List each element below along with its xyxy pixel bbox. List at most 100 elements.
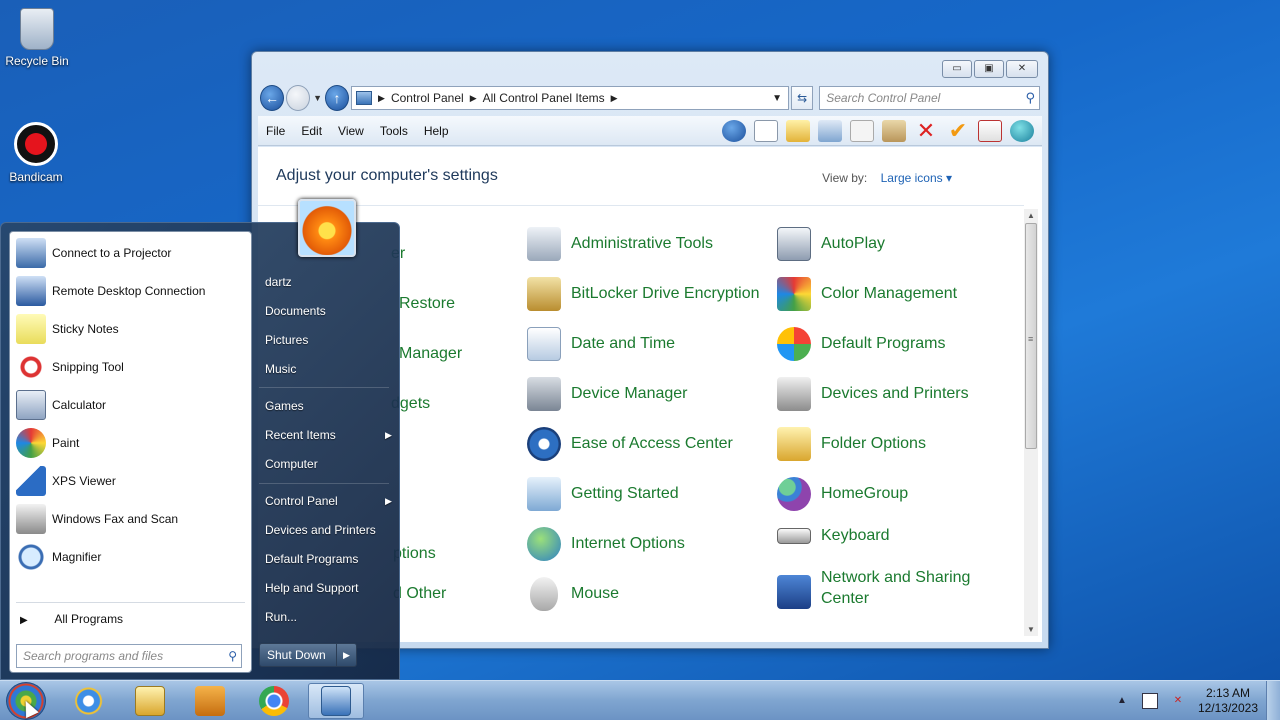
up-arrow-icon[interactable]: [722, 119, 746, 142]
cp-item-getting-started[interactable]: Getting Started: [527, 477, 767, 511]
breadcrumb-all-items[interactable]: All Control Panel Items: [483, 91, 605, 105]
search-placeholder: Search programs and files: [23, 649, 164, 663]
scrollbar-thumb[interactable]: ≡: [1025, 223, 1037, 449]
menu-edit[interactable]: Edit: [293, 124, 330, 138]
menu-help[interactable]: Help: [416, 124, 457, 138]
start-user-name[interactable]: dartz: [265, 275, 292, 289]
program-xps-viewer[interactable]: XPS Viewer: [16, 464, 244, 498]
address-dropdown-icon[interactable]: ▼: [772, 93, 782, 104]
taskbar-explorer[interactable]: [122, 683, 178, 719]
network-icon[interactable]: [1141, 693, 1158, 709]
cp-item-device-manager[interactable]: Device Manager: [527, 377, 767, 411]
view-by-value: Large icons: [880, 171, 943, 185]
program-fax-scan[interactable]: Windows Fax and Scan: [16, 502, 244, 536]
start-help-support[interactable]: Help and Support: [265, 581, 358, 595]
email-icon[interactable]: [978, 119, 1002, 142]
start-computer[interactable]: Computer: [265, 457, 318, 471]
scroll-down-icon[interactable]: ▼: [1027, 625, 1035, 634]
start-pictures[interactable]: Pictures: [265, 333, 308, 347]
cp-item-label: Internet Options: [571, 535, 685, 552]
program-remote-desktop[interactable]: Remote Desktop Connection: [16, 274, 244, 308]
close-button[interactable]: ✕: [1006, 60, 1038, 78]
toolbar-icons: ✕ ✔: [722, 119, 1034, 142]
forward-button[interactable]: [286, 85, 311, 111]
program-calculator[interactable]: Calculator: [16, 388, 244, 422]
start-games[interactable]: Games: [265, 399, 304, 413]
search-icon[interactable]: ⚲: [1025, 90, 1035, 106]
copy-icon[interactable]: [850, 119, 874, 142]
cp-item-ease-of-access[interactable]: Ease of Access Center: [527, 427, 767, 461]
program-paint[interactable]: Paint: [16, 426, 244, 460]
start-control-panel[interactable]: Control Panel ▶: [265, 494, 392, 508]
globe-icon[interactable]: [1010, 119, 1034, 142]
start-search-input[interactable]: Search programs and files ⚲: [16, 644, 242, 668]
shutdown-button[interactable]: Shut Down: [259, 643, 337, 667]
up-button[interactable]: ↑: [325, 85, 350, 111]
start-run[interactable]: Run...: [265, 610, 297, 624]
start-devices-printers[interactable]: Devices and Printers: [265, 523, 376, 537]
cp-item-autoplay[interactable]: AutoPlay: [777, 227, 1017, 261]
minimize-button[interactable]: ▭: [942, 60, 972, 78]
cp-item-default-programs[interactable]: Default Programs: [777, 327, 1017, 361]
view-by-dropdown[interactable]: Large icons ▾: [881, 171, 952, 185]
cp-item-keyboard[interactable]: Keyboard: [777, 527, 1017, 545]
shutdown-group: Shut Down ▶: [259, 643, 357, 669]
cp-item-network-sharing[interactable]: Network and Sharing Center: [777, 567, 1017, 609]
address-bar[interactable]: ▶ Control Panel ▶ All Control Panel Item…: [351, 86, 790, 110]
taskbar-chrome[interactable]: [246, 683, 302, 719]
menu-view[interactable]: View: [330, 124, 372, 138]
cp-item-bitlocker[interactable]: BitLocker Drive Encryption: [527, 277, 767, 311]
desktop-icon-recycle-bin[interactable]: Recycle Bin: [0, 8, 77, 68]
breadcrumb-control-panel[interactable]: Control Panel: [391, 91, 464, 105]
back-button[interactable]: ←: [260, 85, 285, 111]
maximize-button[interactable]: ▣: [974, 60, 1004, 78]
cp-item-administrative-tools[interactable]: Administrative Tools: [527, 227, 767, 261]
scroll-up-icon[interactable]: ▲: [1027, 211, 1035, 220]
start-default-programs[interactable]: Default Programs: [265, 552, 358, 566]
panel-icon[interactable]: [754, 119, 778, 142]
checkmark-icon[interactable]: ✔: [946, 119, 970, 142]
cp-item-color-management[interactable]: Color Management: [777, 277, 1017, 311]
search-control-panel-input[interactable]: Search Control Panel ⚲: [819, 86, 1040, 110]
program-snipping-tool[interactable]: Snipping Tool: [16, 350, 244, 384]
history-dropdown-icon[interactable]: ▼: [312, 93, 323, 103]
refresh-button[interactable]: ⇆: [791, 86, 814, 110]
taskbar-control-panel[interactable]: [308, 683, 364, 719]
menu-tools[interactable]: Tools: [372, 124, 416, 138]
cp-item-internet-options[interactable]: Internet Options: [527, 527, 767, 561]
menu-file[interactable]: File: [258, 124, 293, 138]
cp-item-label: Devices and Printers: [821, 385, 969, 402]
volume-muted-icon[interactable]: ✕: [1170, 693, 1186, 709]
cp-item-devices-printers[interactable]: Devices and Printers: [777, 377, 1017, 411]
cp-item-date-time[interactable]: Date and Time: [527, 327, 767, 361]
cut-icon[interactable]: [818, 119, 842, 142]
cp-item-folder-options[interactable]: Folder Options: [777, 427, 1017, 461]
cp-item-mouse[interactable]: Mouse: [527, 577, 767, 611]
show-desktop-button[interactable]: [1266, 681, 1280, 720]
desktop-icon-label: Recycle Bin: [5, 54, 69, 68]
start-recent-items[interactable]: Recent Items ▶: [265, 428, 392, 442]
vertical-scrollbar[interactable]: ▲ ≡ ▼: [1024, 209, 1038, 636]
paste-icon[interactable]: [882, 119, 906, 142]
program-magnifier[interactable]: Magnifier: [16, 540, 244, 574]
all-programs-button[interactable]: ▶ All Programs: [20, 612, 123, 626]
clock[interactable]: 2:13 AM 12/13/2023: [1198, 686, 1258, 716]
cp-item-label: Ease of Access Center: [571, 435, 733, 452]
user-picture[interactable]: [298, 199, 356, 257]
program-sticky-notes[interactable]: Sticky Notes: [16, 312, 244, 346]
taskbar-internet-explorer[interactable]: [62, 683, 118, 719]
taskbar-media-player[interactable]: [182, 683, 238, 719]
desktop-icon-bandicam[interactable]: Bandicam: [0, 122, 76, 184]
start-documents[interactable]: Documents: [265, 304, 326, 318]
cp-item-label: Manager: [399, 345, 463, 362]
start-music[interactable]: Music: [265, 362, 296, 376]
shutdown-options-icon[interactable]: ▶: [337, 643, 357, 667]
program-label: Magnifier: [52, 550, 102, 564]
cp-item-homegroup[interactable]: HomeGroup: [777, 477, 1017, 511]
delete-icon[interactable]: ✕: [914, 119, 938, 142]
view-by-label: View by:: [822, 171, 868, 185]
folder-icon[interactable]: [786, 119, 810, 142]
program-connect-projector[interactable]: Connect to a Projector: [16, 236, 244, 270]
search-icon[interactable]: ⚲: [228, 649, 237, 663]
show-hidden-icons-icon[interactable]: ▲: [1114, 693, 1130, 709]
